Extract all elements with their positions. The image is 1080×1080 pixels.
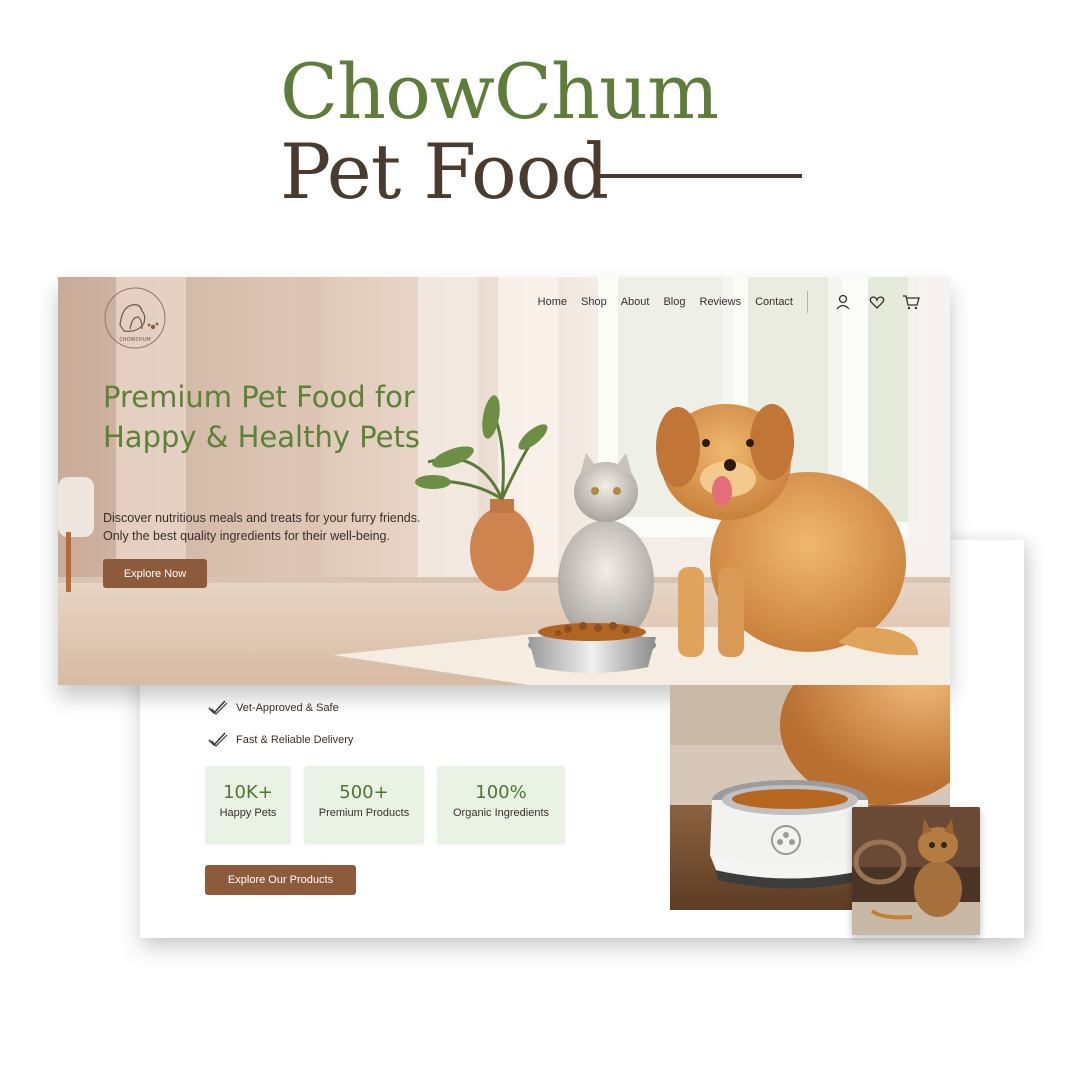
- hero-image: [58, 277, 950, 685]
- nav-home[interactable]: Home: [538, 296, 567, 308]
- hero-description: Discover nutritious meals and treats for…: [103, 511, 421, 543]
- stat-happy-pets: 10K+ Happy Pets: [205, 766, 291, 844]
- stat-label: Organic Ingredients: [453, 807, 549, 819]
- check-icon: [208, 700, 228, 715]
- stat-label: Happy Pets: [219, 807, 277, 819]
- cat-photo: [852, 807, 980, 935]
- nav-shop[interactable]: Shop: [581, 296, 607, 308]
- brand-title: ChowChum: [280, 47, 719, 136]
- explore-products-button[interactable]: Explore Our Products: [205, 865, 356, 895]
- nav-blog[interactable]: Blog: [663, 296, 685, 308]
- hero-section: CHOWCHUM Home Shop About Blog Reviews Co…: [58, 277, 950, 685]
- chowchum-logo[interactable]: CHOWCHUM: [102, 285, 168, 351]
- stat-premium-products: 500+ Premium Products: [304, 766, 424, 844]
- nav-contact[interactable]: Contact: [755, 296, 793, 308]
- svg-text:CHOWCHUM: CHOWCHUM: [119, 337, 150, 343]
- stat-label: Premium Products: [318, 807, 410, 819]
- stat-value: 100%: [475, 782, 527, 803]
- nav-reviews[interactable]: Reviews: [700, 296, 742, 308]
- feature-vet-approved: Vet-Approved & Safe: [207, 699, 339, 717]
- stat-value: 500+: [339, 782, 389, 803]
- brand-divider: [594, 174, 802, 178]
- user-icon[interactable]: [834, 293, 852, 311]
- stat-value: 10K+: [223, 782, 273, 803]
- nav-divider: [807, 291, 808, 313]
- explore-now-button[interactable]: Explore Now: [103, 559, 207, 588]
- nav-about[interactable]: About: [621, 296, 650, 308]
- feature-label: Fast & Reliable Delivery: [236, 734, 354, 746]
- hero-title: Premium Pet Food for Happy & Healthy Pet…: [103, 380, 420, 454]
- heart-icon[interactable]: [868, 293, 886, 311]
- feature-label: Vet-Approved & Safe: [236, 702, 339, 714]
- cart-icon[interactable]: [902, 293, 920, 311]
- feature-delivery: Fast & Reliable Delivery: [207, 731, 353, 749]
- stat-organic-ingredients: 100% Organic Ingredients: [437, 766, 565, 844]
- brand-subtitle: Pet Food: [280, 127, 609, 216]
- main-nav: Home Shop About Blog Reviews Contact: [524, 291, 920, 313]
- check-icon: [208, 732, 228, 747]
